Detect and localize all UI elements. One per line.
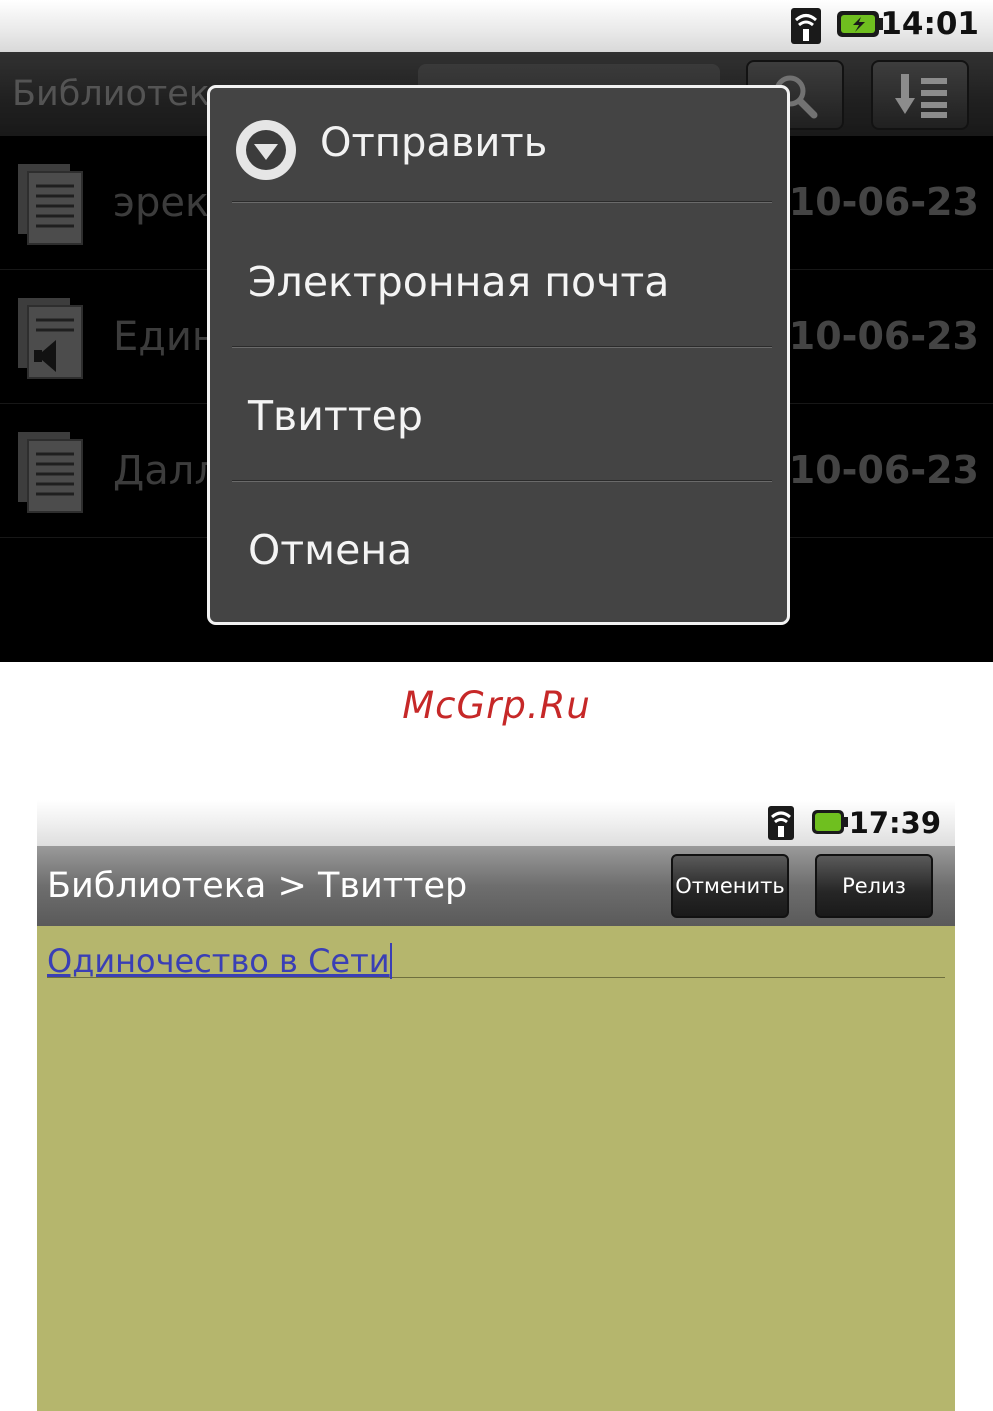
phone-screen-send-dialog: 14:01 Библиотек эрекция 2010-06-23 2010-… (0, 0, 993, 662)
status-time: 17:39 (848, 806, 941, 840)
divider (232, 480, 772, 482)
dialog-title: Отправить (320, 120, 548, 166)
status-bar: 14:01 (0, 0, 993, 52)
release-button[interactable]: Релиз (815, 854, 933, 918)
battery-charging-icon (837, 11, 883, 37)
send-dialog: Отправить Электронная почта Твиттер Отме… (207, 85, 790, 625)
cancel-button[interactable]: Отменить (671, 854, 789, 918)
divider (232, 201, 772, 203)
menu-item-cancel[interactable]: Отмена (248, 526, 412, 574)
text-cursor (389, 943, 392, 979)
tweet-input[interactable]: Одиночество в Сети (47, 942, 945, 980)
breadcrumb: Библиотека > Твиттер (47, 866, 468, 906)
twitter-toolbar: Библиотека > Твиттер Отменить Релиз (37, 846, 955, 926)
menu-item-email[interactable]: Электронная почта (248, 258, 669, 306)
battery-icon (812, 810, 848, 834)
dialog-header: Отправить (210, 88, 787, 204)
status-bar: 17:39 (37, 800, 955, 846)
status-time: 14:01 (880, 6, 979, 42)
phone-screen-twitter-compose: 17:39 Библиотека > Твиттер Отменить Рели… (37, 800, 955, 1411)
wifi-icon (768, 806, 794, 840)
watermark-logo: McGrp.Ru (402, 684, 591, 727)
tweet-text: Одиночество в Сети (47, 942, 390, 980)
dropdown-arrow-icon (236, 120, 296, 180)
menu-item-twitter[interactable]: Твиттер (248, 392, 423, 440)
wifi-icon (791, 8, 821, 44)
divider (232, 346, 772, 348)
